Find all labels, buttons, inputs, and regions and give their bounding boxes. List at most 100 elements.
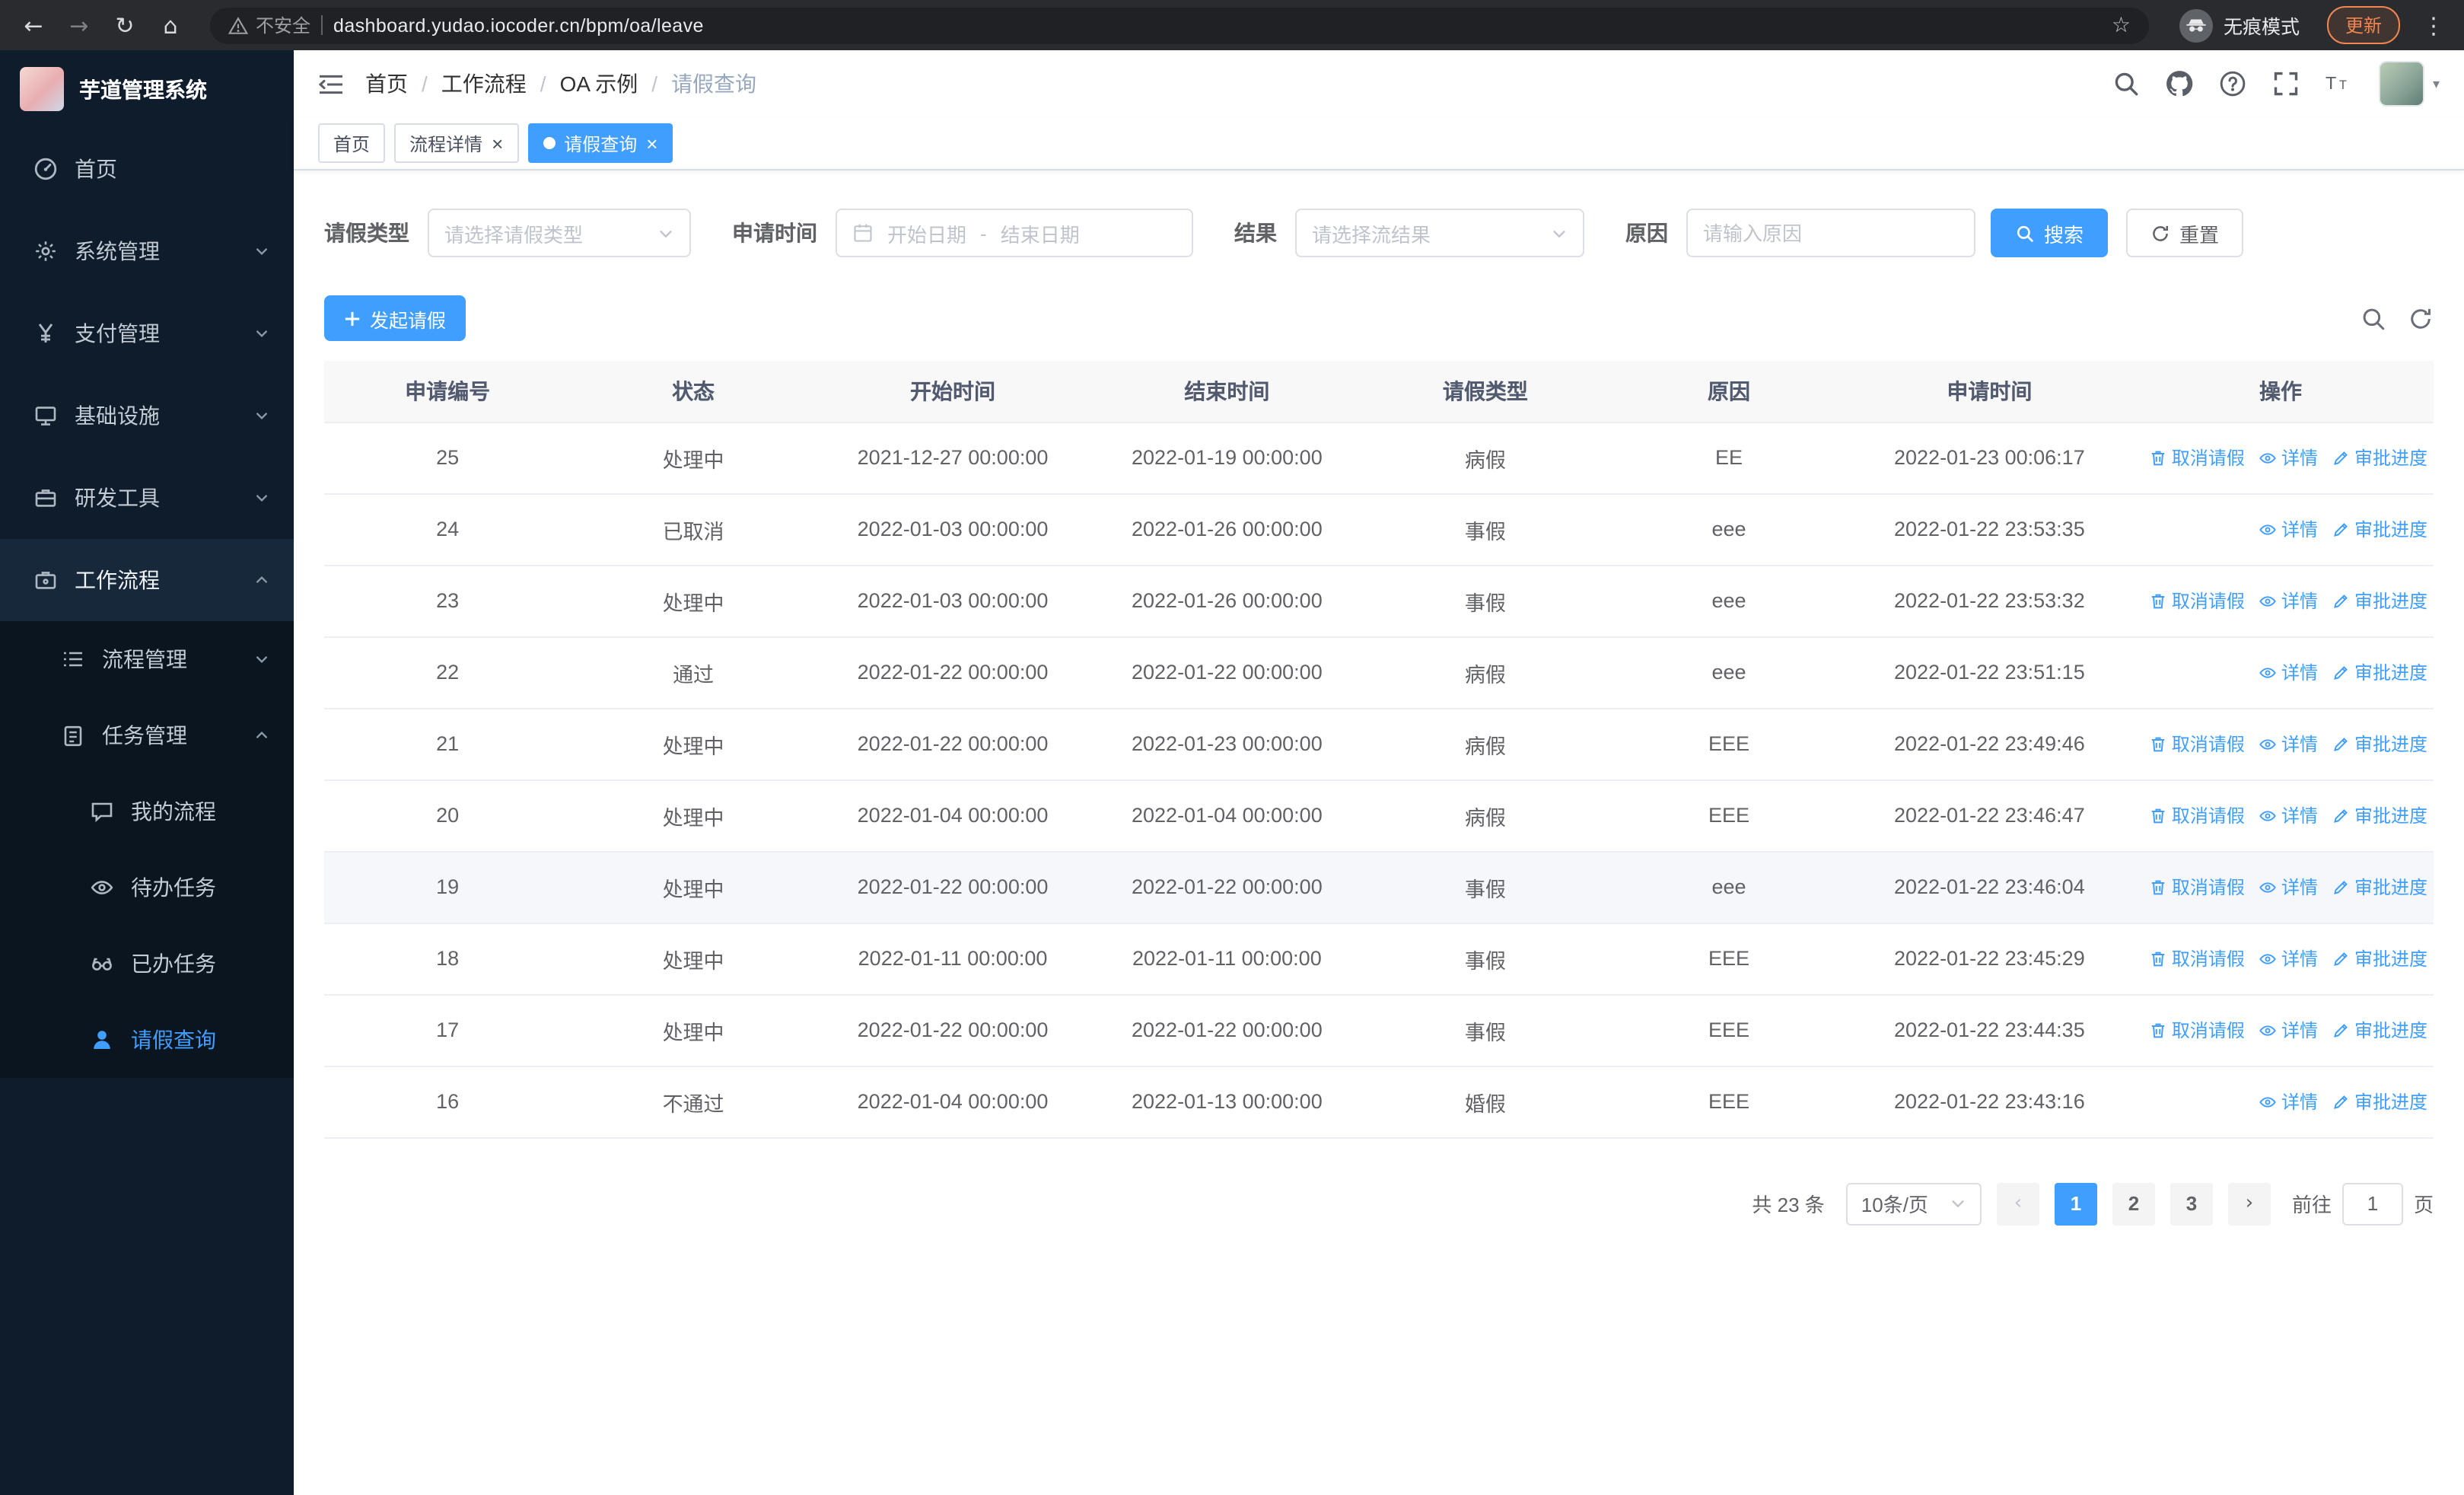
refresh-table-icon[interactable] — [2408, 305, 2434, 331]
page-button-3[interactable]: 3 — [2170, 1182, 2213, 1225]
page-size-select[interactable]: 10条/页 — [1845, 1182, 1982, 1225]
approval-progress-link[interactable]: 审批进度 — [2332, 731, 2427, 757]
sidebar-item-process-management[interactable]: 流程管理 — [0, 621, 294, 697]
detail-link[interactable]: 详情 — [2259, 516, 2318, 542]
close-icon[interactable]: × — [646, 133, 657, 153]
sidebar-item-infrastructure[interactable]: 基础设施 — [0, 375, 294, 457]
cancel-leave-link[interactable]: 取消请假 — [2149, 731, 2245, 757]
cell-end: 2022-01-13 00:00:00 — [1090, 1066, 1364, 1138]
detail-link[interactable]: 详情 — [2259, 1089, 2318, 1114]
address-bar[interactable]: 不安全 dashboard.yudao.iocoder.cn/bpm/oa/le… — [210, 7, 2149, 43]
sidebar-item-leave-query[interactable]: 请假查询 — [0, 1002, 294, 1078]
start-date-placeholder[interactable]: 开始日期 — [887, 218, 966, 247]
tab-home[interactable]: 首页 — [318, 123, 386, 163]
reason-input[interactable] — [1686, 209, 1975, 257]
edit-icon — [2332, 1021, 2350, 1039]
page-button-2[interactable]: 2 — [2112, 1182, 2155, 1225]
sidebar-item-dev-tools[interactable]: 研发工具 — [0, 457, 294, 539]
cell-applied: 2022-01-23 00:06:17 — [1851, 422, 2128, 494]
table-toolbar: 发起请假 — [324, 295, 2434, 341]
delete-icon — [2149, 806, 2167, 824]
cell-start: 2022-01-22 00:00:00 — [815, 636, 1090, 709]
cancel-leave-link[interactable]: 取消请假 — [2149, 945, 2245, 971]
approval-progress-link[interactable]: 审批进度 — [2332, 516, 2427, 542]
prev-page-button[interactable]: ‹ — [1996, 1182, 2039, 1225]
edit-icon — [2332, 1092, 2350, 1111]
fullscreen-icon[interactable] — [2273, 70, 2300, 97]
page-button-1[interactable]: 1 — [2054, 1182, 2097, 1225]
detail-link[interactable]: 详情 — [2259, 731, 2318, 757]
cancel-leave-link[interactable]: 取消请假 — [2149, 588, 2245, 614]
sidebar-item-workflow[interactable]: 工作流程 — [0, 539, 294, 621]
end-date-placeholder[interactable]: 结束日期 — [1001, 218, 1080, 247]
detail-link[interactable]: 详情 — [2259, 874, 2318, 900]
sidebar-fold-icon[interactable] — [318, 72, 344, 95]
app-logo[interactable]: 芋道管理系统 — [0, 50, 294, 128]
date-range-picker[interactable]: 开始日期 - 结束日期 — [836, 209, 1193, 257]
tab-process-detail[interactable]: 流程详情 × — [394, 123, 519, 163]
leave-type-select[interactable]: 请选择请假类型 — [428, 209, 691, 257]
security-warning[interactable]: 不安全 — [228, 12, 310, 38]
github-icon[interactable] — [2166, 70, 2194, 97]
browser-home-button[interactable]: ⌂ — [152, 7, 189, 43]
cell-status: 处理中 — [571, 923, 816, 995]
approval-progress-link[interactable]: 审批进度 — [2332, 945, 2427, 971]
help-icon[interactable] — [2220, 70, 2247, 97]
url-text[interactable]: dashboard.yudao.iocoder.cn/bpm/oa/leave — [333, 14, 2101, 36]
detail-link[interactable]: 详情 — [2259, 802, 2318, 828]
cancel-leave-link[interactable]: 取消请假 — [2149, 1017, 2245, 1043]
font-size-icon[interactable]: TT — [2326, 70, 2354, 97]
approval-progress-link[interactable]: 审批进度 — [2332, 1089, 2427, 1114]
cell-actions: 取消请假 详情 审批进度 — [2127, 708, 2434, 780]
breadcrumb-item[interactable]: 工作流程 — [441, 69, 527, 99]
clipboard-icon — [61, 723, 85, 748]
cancel-leave-link[interactable]: 取消请假 — [2149, 802, 2245, 828]
detail-link[interactable]: 详情 — [2259, 445, 2318, 470]
sidebar-item-label: 系统管理 — [75, 239, 160, 263]
sidebar-item-payment[interactable]: 支付管理 — [0, 292, 294, 375]
browser-forward-button[interactable]: → — [61, 7, 97, 43]
tab-leave-query[interactable]: 请假查询 × — [527, 123, 673, 163]
cancel-leave-link[interactable]: 取消请假 — [2149, 445, 2245, 470]
result-select[interactable]: 请选择流结果 — [1295, 209, 1584, 257]
cell-status: 不通过 — [571, 1066, 816, 1138]
sidebar-item-my-processes[interactable]: 我的流程 — [0, 773, 294, 850]
cell-actions: 取消请假 详情 审批进度 — [2127, 422, 2434, 494]
breadcrumb-item[interactable]: 首页 — [365, 69, 408, 99]
goto-page-input[interactable] — [2341, 1182, 2403, 1225]
approval-progress-link[interactable]: 审批进度 — [2332, 874, 2427, 900]
sidebar-item-system[interactable]: 系统管理 — [0, 210, 294, 292]
browser-update-button[interactable]: 更新 — [2326, 6, 2400, 44]
detail-link[interactable]: 详情 — [2259, 659, 2318, 685]
column-header: 申请时间 — [1851, 361, 2128, 422]
sidebar-item-home[interactable]: 首页 — [0, 128, 294, 210]
approval-progress-link[interactable]: 审批进度 — [2332, 802, 2427, 828]
browser-reload-button[interactable]: ↻ — [107, 7, 143, 43]
action-label: 详情 — [2281, 591, 2318, 612]
approval-progress-link[interactable]: 审批进度 — [2332, 445, 2427, 470]
search-toggle-icon[interactable] — [2361, 305, 2386, 331]
next-page-button[interactable]: › — [2227, 1182, 2271, 1225]
detail-link[interactable]: 详情 — [2259, 588, 2318, 614]
user-menu[interactable]: ▾ — [2379, 61, 2440, 107]
breadcrumb-item[interactable]: OA 示例 — [560, 69, 638, 99]
browser-back-button[interactable]: ← — [15, 7, 52, 43]
detail-link[interactable]: 详情 — [2259, 945, 2318, 971]
sidebar-item-task-management[interactable]: 任务管理 — [0, 697, 294, 773]
detail-link[interactable]: 详情 — [2259, 1017, 2318, 1043]
approval-progress-link[interactable]: 审批进度 — [2332, 659, 2427, 685]
bookmark-star-icon[interactable]: ☆ — [2112, 12, 2131, 38]
select-placeholder: 请选择请假类型 — [444, 223, 584, 246]
approval-progress-link[interactable]: 审批进度 — [2332, 588, 2427, 614]
search-icon[interactable] — [2113, 70, 2141, 97]
reset-button[interactable]: 重置 — [2126, 209, 2244, 257]
browser-menu-icon[interactable]: ⋮ — [2418, 11, 2449, 39]
cell-applied: 2022-01-22 23:53:35 — [1851, 493, 2128, 566]
search-button[interactable]: 搜索 — [1991, 209, 2109, 257]
sidebar-item-pending-tasks[interactable]: 待办任务 — [0, 850, 294, 926]
approval-progress-link[interactable]: 审批进度 — [2332, 1017, 2427, 1043]
close-icon[interactable]: × — [492, 133, 503, 153]
cancel-leave-link[interactable]: 取消请假 — [2149, 874, 2245, 900]
sidebar-item-done-tasks[interactable]: 已办任务 — [0, 926, 294, 1002]
create-leave-button[interactable]: 发起请假 — [324, 295, 466, 341]
